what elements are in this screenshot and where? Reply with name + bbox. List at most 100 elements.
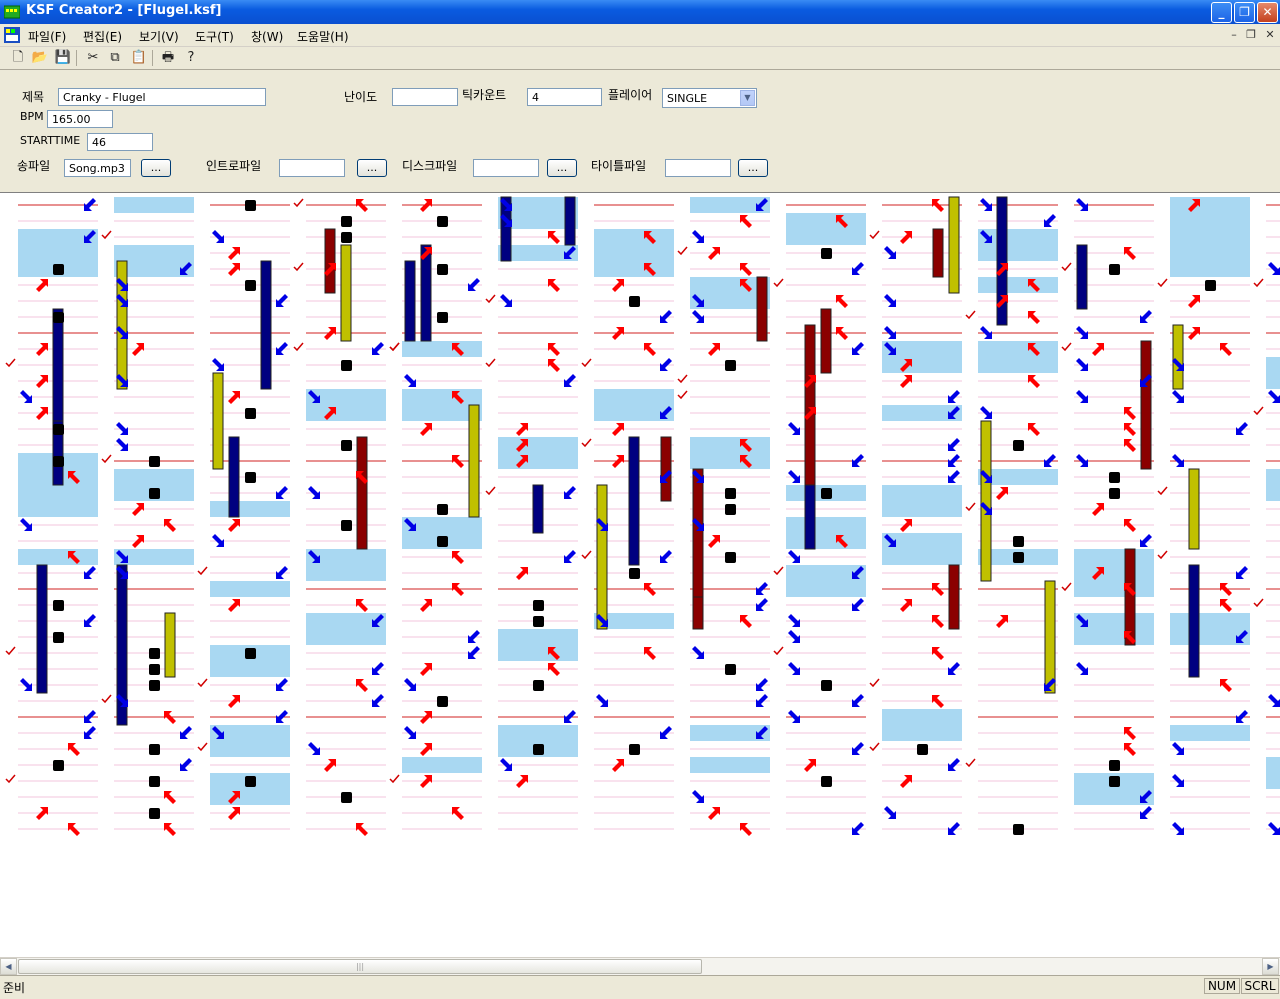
menu-tools[interactable]: 도구(T) <box>195 28 234 45</box>
highlight-band <box>978 277 1058 293</box>
center-note <box>533 600 544 611</box>
center-note <box>629 568 640 579</box>
print-icon[interactable]: 🖶 <box>159 49 177 67</box>
hold-note <box>804 484 816 550</box>
step-chart-canvas[interactable] <box>0 193 1280 957</box>
app-icon <box>4 5 20 19</box>
player-select-value: SINGLE <box>667 92 708 105</box>
hold-note <box>228 436 240 518</box>
hold-note <box>564 196 576 246</box>
save-icon[interactable]: 💾 <box>54 49 72 67</box>
hold-note <box>756 276 768 342</box>
center-note <box>725 504 736 515</box>
maximize-button[interactable]: ❐ <box>1234 2 1255 23</box>
center-note <box>1109 472 1120 483</box>
player-select[interactable]: SINGLE ▼ <box>662 88 757 108</box>
cut-icon[interactable]: ✂ <box>84 49 102 67</box>
check-mark <box>773 646 784 656</box>
check-mark <box>1157 486 1168 496</box>
intro-label: 인트로파일 <box>206 159 262 173</box>
menu-file[interactable]: 파일(F) <box>28 28 66 45</box>
center-note <box>821 248 832 259</box>
toolbar: 🗋 📂 💾 ✂ ⧉ 📋 🖶 ? <box>0 47 1280 70</box>
scroll-right-button[interactable]: ▶ <box>1262 958 1279 975</box>
song-label: 송파일 <box>17 159 51 173</box>
new-icon[interactable]: 🗋 <box>9 49 27 67</box>
document-icon[interactable] <box>3 26 21 44</box>
mdi-close-button[interactable]: ✕ <box>1262 28 1278 42</box>
tickcount-label: 틱카운트 <box>462 88 507 102</box>
center-note <box>149 456 160 467</box>
bpm-field[interactable]: 165.00 <box>47 110 113 128</box>
highlight-band <box>1074 581 1154 597</box>
tickcount-field[interactable]: 4 <box>527 88 602 106</box>
menu-view[interactable]: 보기(V) <box>139 28 179 45</box>
starttime-field[interactable]: 46 <box>87 133 153 151</box>
check-mark <box>773 566 784 576</box>
check-mark <box>5 646 16 656</box>
check-mark <box>1157 550 1168 560</box>
check-mark <box>869 230 880 240</box>
mdi-restore-button[interactable]: ❐ <box>1243 28 1259 42</box>
center-note <box>821 680 832 691</box>
check-mark <box>965 758 976 768</box>
highlight-band <box>882 485 962 517</box>
check-mark <box>869 678 880 688</box>
menu-window[interactable]: 창(W) <box>251 28 283 45</box>
highlight-band <box>1074 613 1154 645</box>
copy-icon[interactable]: ⧉ <box>106 49 124 67</box>
highlight-band <box>210 581 290 597</box>
check-mark <box>293 198 304 208</box>
center-note <box>149 776 160 787</box>
menu-help[interactable]: 도움말(H) <box>297 28 349 45</box>
hold-note <box>1188 468 1200 550</box>
titlefile-field[interactable] <box>665 159 731 177</box>
check-mark <box>5 358 16 368</box>
title-label: 제목 <box>22 90 45 104</box>
bpm-label: BPM <box>20 110 44 123</box>
chevron-down-icon[interactable]: ▼ <box>740 90 755 106</box>
center-note <box>725 488 736 499</box>
center-note <box>245 776 256 787</box>
disc-browse-button[interactable]: ... <box>547 159 577 177</box>
hold-note <box>948 196 960 294</box>
mdi-minimize-button[interactable]: – <box>1226 28 1242 42</box>
highlight-band <box>786 565 866 597</box>
horizontal-scrollbar[interactable]: ◀ ||| ▶ <box>0 957 1280 975</box>
intro-field[interactable] <box>279 159 345 177</box>
check-mark <box>101 230 112 240</box>
check-mark <box>389 342 400 352</box>
open-icon[interactable]: 📂 <box>31 49 49 67</box>
scroll-left-button[interactable]: ◀ <box>0 958 17 975</box>
window-title: KSF Creator2 - [Flugel.ksf] <box>26 3 222 18</box>
song-browse-button[interactable]: ... <box>141 159 171 177</box>
song-field[interactable]: Song.mp3 <box>64 159 131 177</box>
titlefile-browse-button[interactable]: ... <box>738 159 768 177</box>
step-chart-editor[interactable] <box>0 193 1280 957</box>
check-mark <box>1061 262 1072 272</box>
menu-edit[interactable]: 편집(E) <box>83 28 122 45</box>
highlight-band <box>1170 261 1250 277</box>
check-mark <box>581 438 592 448</box>
intro-browse-button[interactable]: ... <box>357 159 387 177</box>
center-note <box>53 600 64 611</box>
close-button[interactable]: ✕ <box>1257 2 1278 23</box>
help-icon[interactable]: ? <box>182 49 200 67</box>
center-note <box>437 216 448 227</box>
title-field[interactable]: Cranky - Flugel <box>58 88 266 106</box>
difficulty-field[interactable] <box>392 88 458 106</box>
center-note <box>341 792 352 803</box>
status-bar: 준비 NUM SCRL <box>0 975 1280 999</box>
center-note <box>341 520 352 531</box>
disc-field[interactable] <box>473 159 539 177</box>
center-note <box>149 744 160 755</box>
hold-note <box>404 260 416 342</box>
check-mark <box>485 294 496 304</box>
center-note <box>1109 760 1120 771</box>
paste-icon[interactable]: 📋 <box>130 49 148 67</box>
minimize-button[interactable]: _ <box>1211 2 1232 23</box>
check-mark <box>773 278 784 288</box>
center-note <box>245 648 256 659</box>
center-note <box>437 536 448 547</box>
scroll-thumb[interactable]: ||| <box>18 959 702 974</box>
